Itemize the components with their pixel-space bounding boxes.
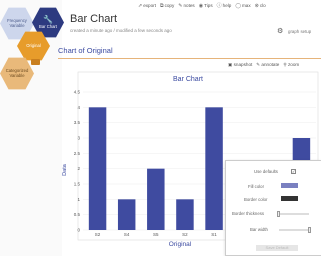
y-tick-label: 1.5 <box>74 182 81 187</box>
help-icon: ⓘ <box>216 3 222 9</box>
x-tick-label: S5 <box>153 232 159 237</box>
chart-title: Bar Chart <box>173 76 203 83</box>
close-button[interactable]: ⊗ clo <box>255 2 266 9</box>
node-categorized-variable[interactable]: Categorized Variable <box>0 57 34 90</box>
bar[interactable] <box>88 107 107 230</box>
bar[interactable] <box>176 199 194 230</box>
page-subtitle: created a minute ago / modified a few se… <box>70 28 172 33</box>
panel-title: Chart of Original <box>58 46 113 55</box>
fill-color-swatch[interactable] <box>281 183 298 188</box>
node-label: Categorized Variable <box>5 67 29 78</box>
border-thickness-slider[interactable] <box>279 213 309 215</box>
close-icon: ⊗ <box>254 2 259 9</box>
camera-icon: ▣ <box>228 62 233 67</box>
top-toolbar: ⇗ export ⧉ copy ✎ notes ◉ Tips ⓘ help ◯ max ⊗ c… <box>138 2 266 10</box>
maximize-icon: ◯ <box>235 2 241 9</box>
bar-width-slider[interactable] <box>279 229 309 231</box>
x-tick-label: S2 <box>95 232 101 237</box>
copy-icon: ⧉ <box>159 2 164 9</box>
bar-width-handle[interactable] <box>308 227 311 233</box>
y-tick-label: 0.5 <box>74 212 81 217</box>
pencil-icon: ✎ <box>256 62 261 67</box>
border-thickness-label: Border thickness <box>232 211 265 216</box>
y-tick-label: 4.5 <box>74 90 81 95</box>
graph-setup-link[interactable]: graph setup <box>288 29 311 34</box>
y-axis-label: Data <box>62 163 68 176</box>
snapshot-button[interactable]: ▣ snapshot <box>228 62 252 68</box>
y-tick-label: 2.5 <box>74 151 81 156</box>
notes-icon: ✎ <box>178 2 183 9</box>
max-button[interactable]: ◯ max <box>235 2 250 9</box>
node-label: Frequency Variable <box>7 17 27 28</box>
tips-icon: ◉ <box>198 2 204 9</box>
annotate-button[interactable]: ✎ annotate <box>256 62 279 68</box>
panel-toolbar: ▣ snapshot ✎ annotate ⚲ zoom <box>228 62 299 68</box>
export-icon: ⇗ <box>138 2 143 9</box>
border-thickness-handle[interactable] <box>277 211 280 217</box>
bar-style-popup: Use defaults ✓ Fill color Border color B… <box>225 160 321 256</box>
bar-width-label: Bar width <box>250 227 268 232</box>
use-defaults-checkbox[interactable]: ✓ <box>291 169 296 174</box>
bar[interactable] <box>117 199 136 230</box>
bar[interactable] <box>147 168 165 230</box>
border-color-swatch[interactable] <box>281 196 298 201</box>
wrench-icon: 🔧 <box>43 14 53 24</box>
node-label: Original <box>26 42 41 48</box>
save-default-button[interactable]: Save Default <box>256 245 298 251</box>
help-button[interactable]: ⓘ help <box>217 2 232 9</box>
x-tick-label: S2 <box>182 232 188 237</box>
zoom-button[interactable]: ⚲ zoom <box>283 62 299 68</box>
node-label: Bar Chart <box>39 23 57 29</box>
gear-icon[interactable]: ⚙ <box>277 27 283 35</box>
notes-button[interactable]: ✎ notes <box>178 2 194 9</box>
panel-divider <box>58 58 321 59</box>
x-tick-label: S1 <box>211 232 217 237</box>
y-tick-label: 3.5 <box>74 120 81 125</box>
use-defaults-label: Use defaults <box>254 169 278 174</box>
tips-button[interactable]: ◉ Tips <box>199 2 213 9</box>
fill-color-label: Fill color <box>248 184 264 189</box>
magnifier-icon: ⚲ <box>283 62 287 67</box>
x-tick-label: S4 <box>124 232 130 237</box>
x-axis-label: Original <box>169 241 192 248</box>
page-title: Bar Chart <box>70 13 118 25</box>
export-button[interactable]: ⇗ export <box>138 2 156 9</box>
bar[interactable] <box>205 107 223 230</box>
copy-button[interactable]: ⧉ copy <box>160 2 174 9</box>
sidebar: Frequency Variable 🔧 Bar Chart Original … <box>0 0 64 256</box>
node-badge <box>31 59 40 65</box>
border-color-label: Border color <box>244 197 268 202</box>
